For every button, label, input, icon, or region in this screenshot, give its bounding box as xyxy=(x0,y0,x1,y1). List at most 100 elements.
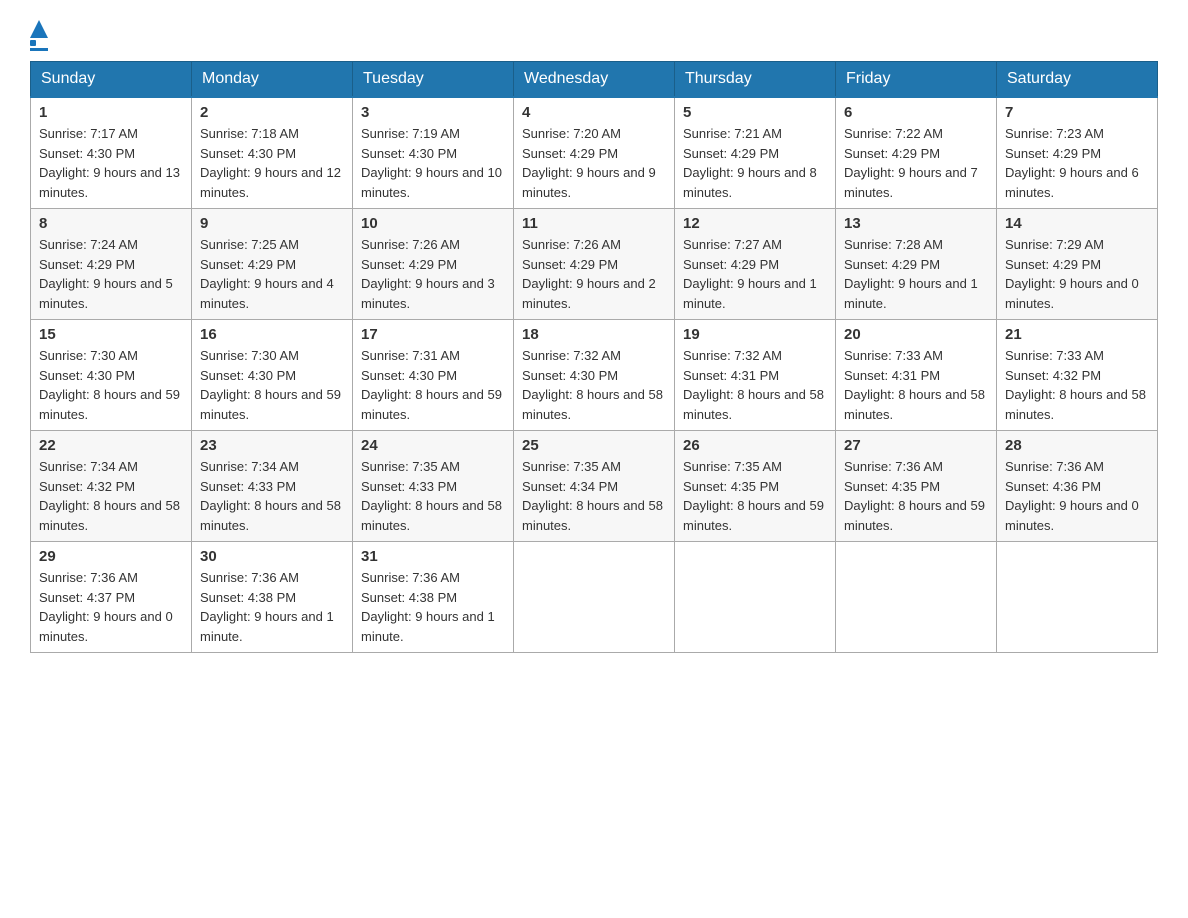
day-number: 21 xyxy=(1005,326,1149,343)
day-number: 15 xyxy=(39,326,183,343)
day-info: Sunrise: 7:28 AM Sunset: 4:29 PM Dayligh… xyxy=(844,235,988,313)
day-number: 16 xyxy=(200,326,344,343)
day-info: Sunrise: 7:22 AM Sunset: 4:29 PM Dayligh… xyxy=(844,124,988,202)
calendar-cell: 17 Sunrise: 7:31 AM Sunset: 4:30 PM Dayl… xyxy=(353,320,514,431)
weekday-header-row: SundayMondayTuesdayWednesdayThursdayFrid… xyxy=(31,62,1158,98)
calendar-cell: 30 Sunrise: 7:36 AM Sunset: 4:38 PM Dayl… xyxy=(192,542,353,653)
day-info: Sunrise: 7:36 AM Sunset: 4:37 PM Dayligh… xyxy=(39,568,183,646)
weekday-header-tuesday: Tuesday xyxy=(353,62,514,98)
weekday-header-saturday: Saturday xyxy=(997,62,1158,98)
calendar-cell xyxy=(514,542,675,653)
weekday-header-monday: Monday xyxy=(192,62,353,98)
weekday-header-sunday: Sunday xyxy=(31,62,192,98)
calendar-cell: 20 Sunrise: 7:33 AM Sunset: 4:31 PM Dayl… xyxy=(836,320,997,431)
logo xyxy=(30,20,48,51)
day-number: 18 xyxy=(522,326,666,343)
day-number: 14 xyxy=(1005,215,1149,232)
day-number: 17 xyxy=(361,326,505,343)
weekday-header-friday: Friday xyxy=(836,62,997,98)
day-number: 20 xyxy=(844,326,988,343)
day-info: Sunrise: 7:20 AM Sunset: 4:29 PM Dayligh… xyxy=(522,124,666,202)
day-number: 1 xyxy=(39,104,183,121)
calendar-cell: 28 Sunrise: 7:36 AM Sunset: 4:36 PM Dayl… xyxy=(997,431,1158,542)
calendar-cell: 11 Sunrise: 7:26 AM Sunset: 4:29 PM Dayl… xyxy=(514,209,675,320)
calendar-cell: 23 Sunrise: 7:34 AM Sunset: 4:33 PM Dayl… xyxy=(192,431,353,542)
day-number: 3 xyxy=(361,104,505,121)
calendar-cell: 13 Sunrise: 7:28 AM Sunset: 4:29 PM Dayl… xyxy=(836,209,997,320)
day-info: Sunrise: 7:30 AM Sunset: 4:30 PM Dayligh… xyxy=(200,346,344,424)
calendar-cell: 21 Sunrise: 7:33 AM Sunset: 4:32 PM Dayl… xyxy=(997,320,1158,431)
day-info: Sunrise: 7:36 AM Sunset: 4:36 PM Dayligh… xyxy=(1005,457,1149,535)
calendar-cell xyxy=(997,542,1158,653)
calendar-cell xyxy=(675,542,836,653)
day-number: 25 xyxy=(522,437,666,454)
logo-underline xyxy=(30,48,48,51)
day-info: Sunrise: 7:29 AM Sunset: 4:29 PM Dayligh… xyxy=(1005,235,1149,313)
day-info: Sunrise: 7:19 AM Sunset: 4:30 PM Dayligh… xyxy=(361,124,505,202)
day-info: Sunrise: 7:36 AM Sunset: 4:38 PM Dayligh… xyxy=(361,568,505,646)
day-info: Sunrise: 7:23 AM Sunset: 4:29 PM Dayligh… xyxy=(1005,124,1149,202)
calendar-cell: 15 Sunrise: 7:30 AM Sunset: 4:30 PM Dayl… xyxy=(31,320,192,431)
calendar-cell: 31 Sunrise: 7:36 AM Sunset: 4:38 PM Dayl… xyxy=(353,542,514,653)
day-info: Sunrise: 7:30 AM Sunset: 4:30 PM Dayligh… xyxy=(39,346,183,424)
day-number: 2 xyxy=(200,104,344,121)
day-number: 4 xyxy=(522,104,666,121)
calendar-cell: 7 Sunrise: 7:23 AM Sunset: 4:29 PM Dayli… xyxy=(997,97,1158,209)
day-info: Sunrise: 7:21 AM Sunset: 4:29 PM Dayligh… xyxy=(683,124,827,202)
day-number: 24 xyxy=(361,437,505,454)
day-info: Sunrise: 7:24 AM Sunset: 4:29 PM Dayligh… xyxy=(39,235,183,313)
calendar-cell: 25 Sunrise: 7:35 AM Sunset: 4:34 PM Dayl… xyxy=(514,431,675,542)
calendar-cell: 12 Sunrise: 7:27 AM Sunset: 4:29 PM Dayl… xyxy=(675,209,836,320)
day-info: Sunrise: 7:31 AM Sunset: 4:30 PM Dayligh… xyxy=(361,346,505,424)
weekday-header-thursday: Thursday xyxy=(675,62,836,98)
day-number: 12 xyxy=(683,215,827,232)
calendar-cell: 4 Sunrise: 7:20 AM Sunset: 4:29 PM Dayli… xyxy=(514,97,675,209)
calendar-cell: 16 Sunrise: 7:30 AM Sunset: 4:30 PM Dayl… xyxy=(192,320,353,431)
day-number: 11 xyxy=(522,215,666,232)
calendar-cell: 1 Sunrise: 7:17 AM Sunset: 4:30 PM Dayli… xyxy=(31,97,192,209)
calendar-week-row: 22 Sunrise: 7:34 AM Sunset: 4:32 PM Dayl… xyxy=(31,431,1158,542)
calendar-cell: 10 Sunrise: 7:26 AM Sunset: 4:29 PM Dayl… xyxy=(353,209,514,320)
calendar-cell: 14 Sunrise: 7:29 AM Sunset: 4:29 PM Dayl… xyxy=(997,209,1158,320)
calendar-cell: 5 Sunrise: 7:21 AM Sunset: 4:29 PM Dayli… xyxy=(675,97,836,209)
day-info: Sunrise: 7:27 AM Sunset: 4:29 PM Dayligh… xyxy=(683,235,827,313)
day-info: Sunrise: 7:26 AM Sunset: 4:29 PM Dayligh… xyxy=(522,235,666,313)
calendar-cell: 6 Sunrise: 7:22 AM Sunset: 4:29 PM Dayli… xyxy=(836,97,997,209)
day-number: 26 xyxy=(683,437,827,454)
day-info: Sunrise: 7:33 AM Sunset: 4:31 PM Dayligh… xyxy=(844,346,988,424)
day-number: 28 xyxy=(1005,437,1149,454)
day-info: Sunrise: 7:33 AM Sunset: 4:32 PM Dayligh… xyxy=(1005,346,1149,424)
day-number: 23 xyxy=(200,437,344,454)
calendar-cell: 2 Sunrise: 7:18 AM Sunset: 4:30 PM Dayli… xyxy=(192,97,353,209)
day-number: 29 xyxy=(39,548,183,565)
weekday-header-wednesday: Wednesday xyxy=(514,62,675,98)
day-info: Sunrise: 7:18 AM Sunset: 4:30 PM Dayligh… xyxy=(200,124,344,202)
day-number: 10 xyxy=(361,215,505,232)
calendar-cell xyxy=(836,542,997,653)
day-info: Sunrise: 7:35 AM Sunset: 4:34 PM Dayligh… xyxy=(522,457,666,535)
day-info: Sunrise: 7:32 AM Sunset: 4:31 PM Dayligh… xyxy=(683,346,827,424)
day-number: 6 xyxy=(844,104,988,121)
day-number: 31 xyxy=(361,548,505,565)
calendar-cell: 29 Sunrise: 7:36 AM Sunset: 4:37 PM Dayl… xyxy=(31,542,192,653)
calendar-cell: 22 Sunrise: 7:34 AM Sunset: 4:32 PM Dayl… xyxy=(31,431,192,542)
day-number: 5 xyxy=(683,104,827,121)
calendar-cell: 24 Sunrise: 7:35 AM Sunset: 4:33 PM Dayl… xyxy=(353,431,514,542)
calendar-cell: 3 Sunrise: 7:19 AM Sunset: 4:30 PM Dayli… xyxy=(353,97,514,209)
day-info: Sunrise: 7:26 AM Sunset: 4:29 PM Dayligh… xyxy=(361,235,505,313)
calendar-week-row: 1 Sunrise: 7:17 AM Sunset: 4:30 PM Dayli… xyxy=(31,97,1158,209)
day-info: Sunrise: 7:36 AM Sunset: 4:38 PM Dayligh… xyxy=(200,568,344,646)
day-number: 19 xyxy=(683,326,827,343)
day-info: Sunrise: 7:34 AM Sunset: 4:32 PM Dayligh… xyxy=(39,457,183,535)
day-number: 13 xyxy=(844,215,988,232)
calendar-cell: 8 Sunrise: 7:24 AM Sunset: 4:29 PM Dayli… xyxy=(31,209,192,320)
calendar-week-row: 15 Sunrise: 7:30 AM Sunset: 4:30 PM Dayl… xyxy=(31,320,1158,431)
day-info: Sunrise: 7:17 AM Sunset: 4:30 PM Dayligh… xyxy=(39,124,183,202)
calendar-week-row: 8 Sunrise: 7:24 AM Sunset: 4:29 PM Dayli… xyxy=(31,209,1158,320)
calendar-week-row: 29 Sunrise: 7:36 AM Sunset: 4:37 PM Dayl… xyxy=(31,542,1158,653)
day-number: 8 xyxy=(39,215,183,232)
day-number: 22 xyxy=(39,437,183,454)
day-number: 27 xyxy=(844,437,988,454)
calendar-cell: 9 Sunrise: 7:25 AM Sunset: 4:29 PM Dayli… xyxy=(192,209,353,320)
calendar-cell: 19 Sunrise: 7:32 AM Sunset: 4:31 PM Dayl… xyxy=(675,320,836,431)
